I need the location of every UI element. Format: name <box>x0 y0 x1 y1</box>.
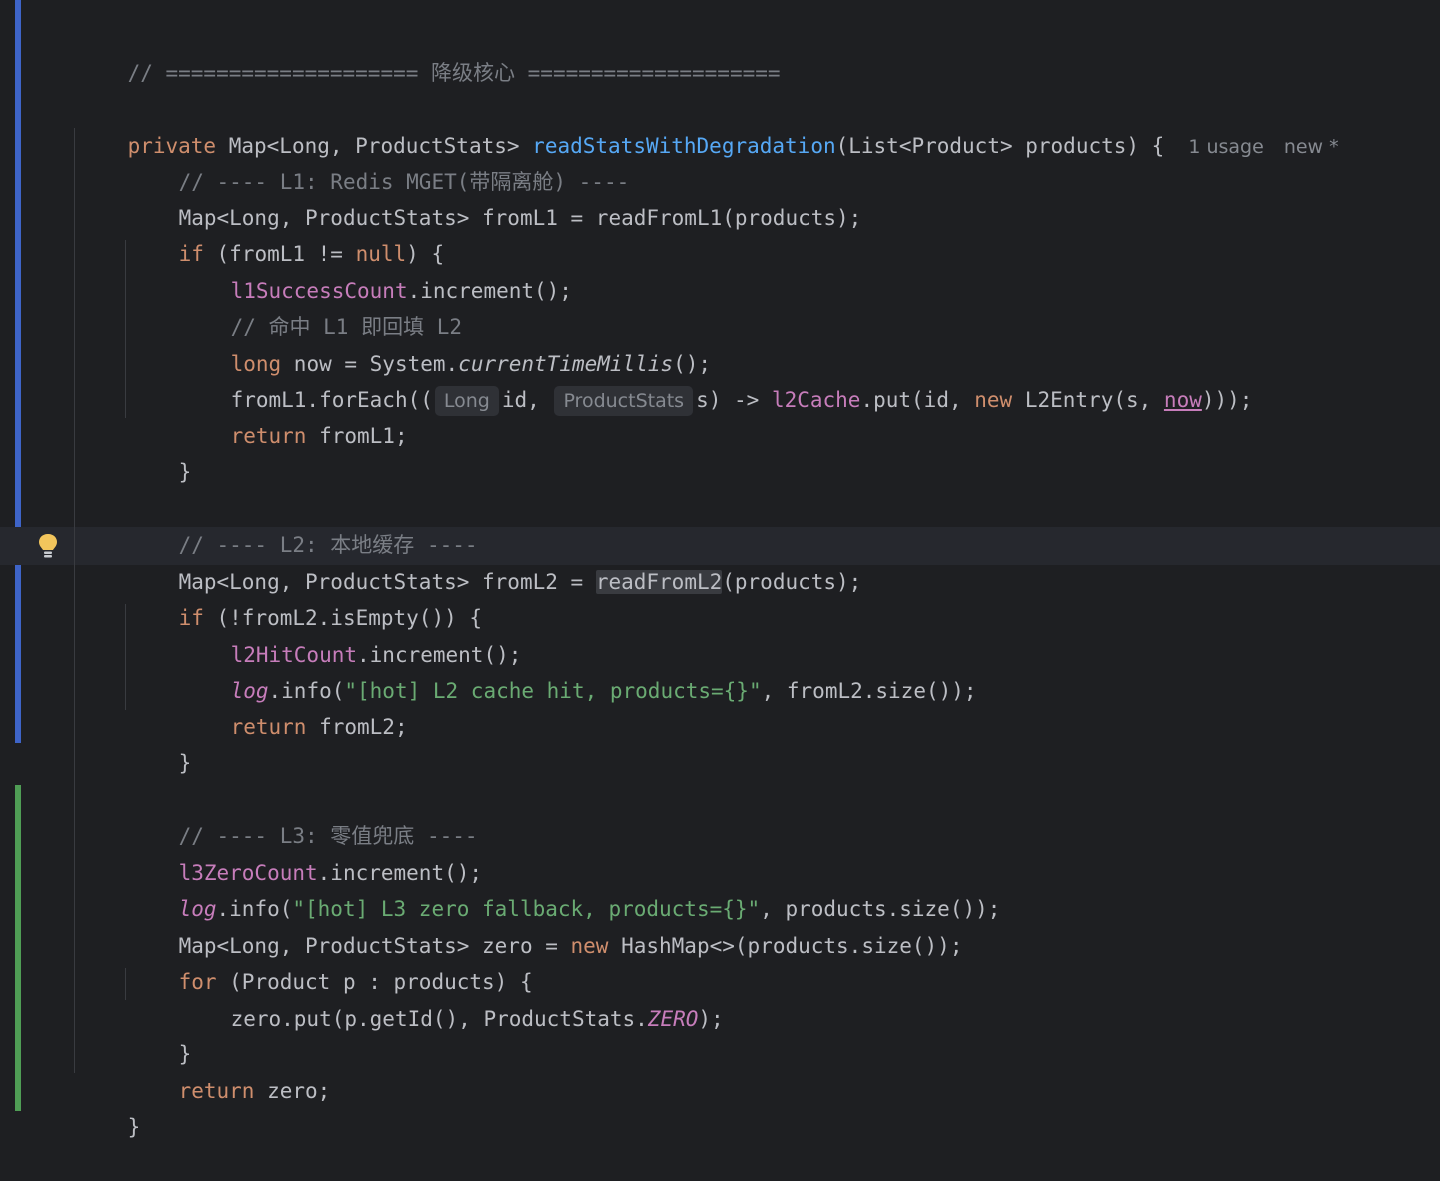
code-line[interactable]: // ---- L1: Redis MGET(带隔离舱) ---- <box>128 128 630 194</box>
lightbulb-icon[interactable] <box>36 532 60 560</box>
code-line[interactable]: long now = System.currentTimeMillis(); <box>180 310 711 376</box>
code-text: , fromL2.size()); <box>761 679 977 703</box>
method-call-highlight[interactable]: readFromL2 <box>595 570 723 594</box>
code-text: zero; <box>254 1079 331 1103</box>
indent-guide <box>125 604 126 710</box>
code-text: fromL2; <box>306 715 408 739</box>
captured-variable[interactable]: now <box>1164 388 1202 412</box>
vcs-modified-marker[interactable] <box>15 0 21 743</box>
code-text: HashMap<>(products.size()); <box>608 934 963 958</box>
code-line[interactable]: // ---- L3: 零值兜底 ---- <box>128 782 478 848</box>
author-hint[interactable]: new * <box>1284 136 1339 158</box>
keyword: new <box>570 934 609 958</box>
code-text: } <box>178 460 192 484</box>
code-text: (products); <box>722 570 862 594</box>
field-ref[interactable]: l2Cache <box>772 388 861 412</box>
code-line[interactable]: fromL1.forEach((Long id, ProductStats s) -… <box>180 346 1252 416</box>
code-line[interactable]: log.info("[hot] L2 cache hit, products={… <box>180 637 977 703</box>
comment: // ==================== 降级核心 ===========… <box>127 61 781 85</box>
code-line[interactable]: private Map<Long, ProductStats> readStat… <box>77 92 1339 158</box>
code-line[interactable]: return zero; <box>128 1037 331 1103</box>
keyword: return <box>230 424 307 448</box>
code-line-current[interactable]: Map<Long, ProductStats> fromL2 = readFro… <box>128 528 861 594</box>
static-field[interactable]: ZERO <box>648 1007 699 1031</box>
code-text: zero.put(p.getId(), ProductStats. <box>230 1007 648 1031</box>
code-line[interactable]: } <box>128 1000 192 1066</box>
code-line[interactable]: return fromL1; <box>180 382 408 448</box>
code-line[interactable]: for (Product p : products) { <box>128 928 533 994</box>
code-line[interactable]: // 命中 L1 即回填 L2 <box>180 273 462 339</box>
code-text: } <box>178 751 192 775</box>
keyword: return <box>178 1079 255 1103</box>
code-text: .put(id, <box>860 388 975 412</box>
code-line[interactable]: log.info("[hot] L3 zero fallback, produc… <box>128 855 1001 921</box>
code-editor[interactable]: // ==================== 降级核心 ===========… <box>0 0 1440 1139</box>
indent-guide <box>74 128 75 1073</box>
keyword: return <box>230 715 307 739</box>
indent-guide <box>125 968 126 1000</box>
type-hint: Long <box>434 386 499 416</box>
code-line[interactable]: // ---- L2: 本地缓存 ---- <box>128 491 478 557</box>
code-line[interactable]: // ==================== 降级核心 ===========… <box>77 19 781 85</box>
code-line[interactable]: Map<Long, ProductStats> fromL1 = readFro… <box>128 164 862 230</box>
keyword: new <box>974 388 1013 412</box>
code-text: L2Entry(s, <box>1012 388 1164 412</box>
code-line[interactable]: if (fromL1 != null) { <box>128 200 445 266</box>
code-text: } <box>127 1115 141 1139</box>
code-text: s) -> <box>696 388 772 412</box>
code-line[interactable]: } <box>128 418 192 484</box>
indent-guide <box>125 240 126 418</box>
code-text: ); <box>698 1007 724 1031</box>
code-text: fromL1; <box>306 424 408 448</box>
code-line[interactable]: l3ZeroCount.increment(); <box>128 819 482 885</box>
code-line[interactable]: } <box>77 1073 141 1139</box>
code-line[interactable]: Map<Long, ProductStats> zero = new HashM… <box>128 892 963 958</box>
code-text: (List<Product> products) { <box>835 134 1165 158</box>
code-line[interactable]: l1SuccessCount.increment(); <box>180 237 572 303</box>
code-line[interactable]: } <box>128 709 192 775</box>
code-text: ))); <box>1201 388 1253 412</box>
type-hint: ProductStats <box>554 386 694 416</box>
vcs-added-marker[interactable] <box>15 785 21 1111</box>
code-line[interactable]: if (!fromL2.isEmpty()) { <box>128 564 482 630</box>
usages-hint[interactable]: 1 usage <box>1188 136 1263 158</box>
code-line[interactable]: return fromL2; <box>180 673 408 739</box>
code-line[interactable]: l2HitCount.increment(); <box>180 601 522 667</box>
code-line[interactable]: zero.put(p.getId(), ProductStats.ZERO); <box>180 965 724 1031</box>
code-text: id, <box>501 388 553 412</box>
